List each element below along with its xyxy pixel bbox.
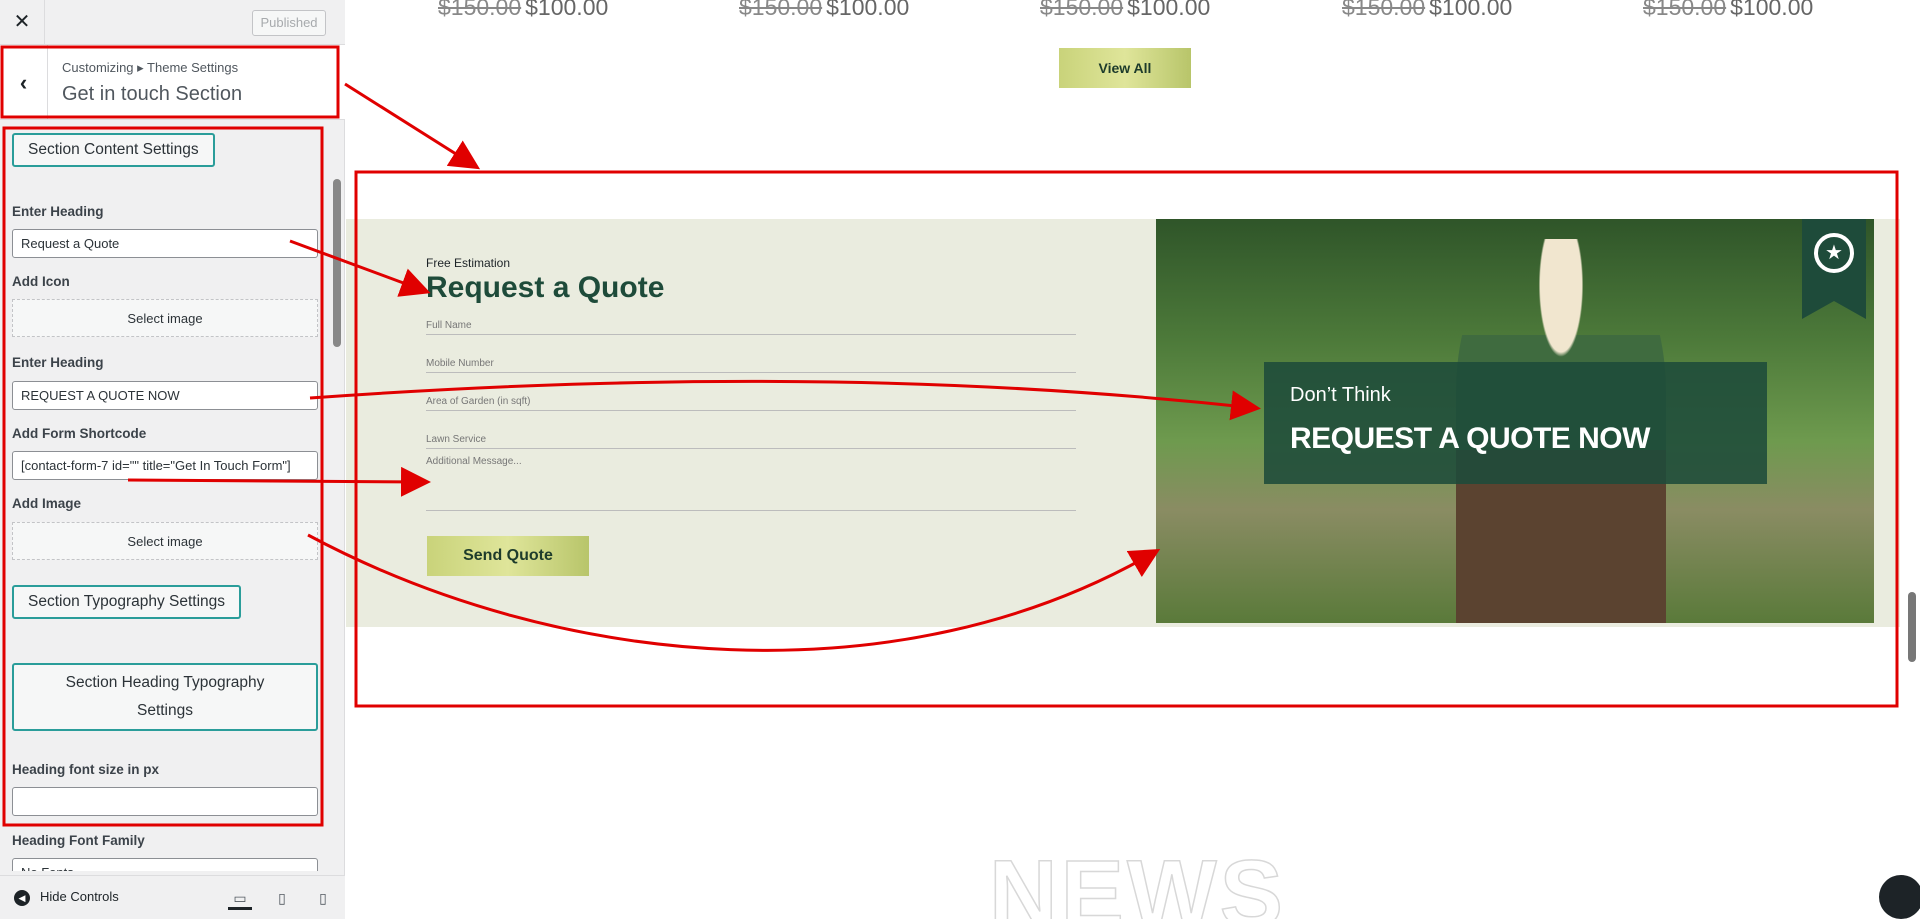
add-icon-label: Add Icon [12,274,70,289]
heading-input[interactable]: Request a Quote [12,229,318,258]
product-price: $150.00 $100.00 [1643,0,1814,20]
mobile-icon[interactable]: ▯ [311,886,335,910]
panel-title: Get in touch Section [62,83,243,105]
font-family-label: Heading Font Family [12,833,145,848]
dont-think-text: Don’t Think [1290,384,1391,406]
request-quote-now-text: REQUEST A QUOTE NOW [1290,422,1650,455]
add-image-label: Add Image [12,496,82,511]
customizer-footer: ◀ Hide Controls ▭ ▯ ▯ [0,875,345,919]
product-price: $150.00 $100.00 [438,0,609,20]
back-icon[interactable]: ‹ [0,45,48,120]
news-heading: NEWS [988,840,1286,919]
heading-2-input[interactable]: REQUEST A QUOTE NOW [12,381,318,410]
full-name-field[interactable]: Full Name [426,320,1076,335]
award-star-icon: ★ [1814,233,1854,273]
enter-heading-label-2: Enter Heading [12,355,104,370]
section-content-settings-button[interactable]: Section Content Settings [12,133,215,167]
product-price: $150.00 $100.00 [1342,0,1513,20]
free-estimation-label: Free Estimation [426,256,511,270]
form-shortcode-label: Add Form Shortcode [12,426,147,441]
lawn-service-field[interactable]: Lawn Service [426,434,1076,449]
view-all-button[interactable]: View All [1059,48,1191,88]
hide-controls-button[interactable]: Hide Controls [40,889,119,904]
controls-panel: Section Content Settings Enter Heading R… [0,121,330,871]
get-in-touch-section: Free Estimation Request a Quote Full Nam… [346,219,1900,627]
chat-widget-icon[interactable] [1879,875,1920,919]
site-preview: $150.00 $100.00 $150.00 $100.00 $150.00 $10… [346,0,1920,919]
panel-header: ‹ Customizing ▸ Theme Settings Get in to… [0,45,345,120]
garden-area-field[interactable]: Area of Garden (in sqft) [426,396,1076,411]
heading-typography-button[interactable]: Section Heading Typography Settings [12,663,318,731]
cta-overlay: Don’t Think REQUEST A QUOTE NOW [1264,362,1767,484]
product-price: $150.00 $100.00 [739,0,910,20]
form-shortcode-input[interactable]: [contact-form-7 id="" title="Get In Touc… [12,451,318,480]
gardener-image: ★ Don’t Think REQUEST A QUOTE NOW [1156,219,1874,623]
enter-heading-label: Enter Heading [12,204,104,219]
sidebar-scrollbar[interactable] [331,121,343,876]
additional-message-field[interactable]: Additional Message... [426,456,1076,511]
mobile-number-field[interactable]: Mobile Number [426,358,1076,373]
quote-heading: Request a Quote [426,271,665,304]
section-typography-button[interactable]: Section Typography Settings [12,585,242,619]
hide-controls-icon[interactable]: ◀ [14,890,30,906]
product-price: $150.00 $100.00 [1040,0,1211,20]
customizer-sidebar: ✕ Published ‹ Customizing ▸ Theme Settin… [0,0,345,919]
desktop-icon[interactable]: ▭ [228,886,252,910]
published-button[interactable]: Published [252,10,326,36]
tablet-icon[interactable]: ▯ [270,886,294,910]
close-icon[interactable]: ✕ [0,0,45,45]
award-ribbon: ★ [1802,219,1866,319]
font-size-label: Heading font size in px [12,762,160,777]
customizer-topbar: ✕ Published [0,0,345,45]
send-quote-button[interactable]: Send Quote [427,536,589,576]
preview-scrollbar[interactable] [1908,592,1916,662]
select-image-button[interactable]: Select image [12,522,318,560]
sidebar-scroll-thumb[interactable] [333,179,341,347]
breadcrumb: Customizing ▸ Theme Settings [62,60,239,75]
select-icon-button[interactable]: Select image [12,299,318,337]
font-family-select[interactable]: No Fonts [12,858,318,871]
font-size-input[interactable] [12,787,318,816]
